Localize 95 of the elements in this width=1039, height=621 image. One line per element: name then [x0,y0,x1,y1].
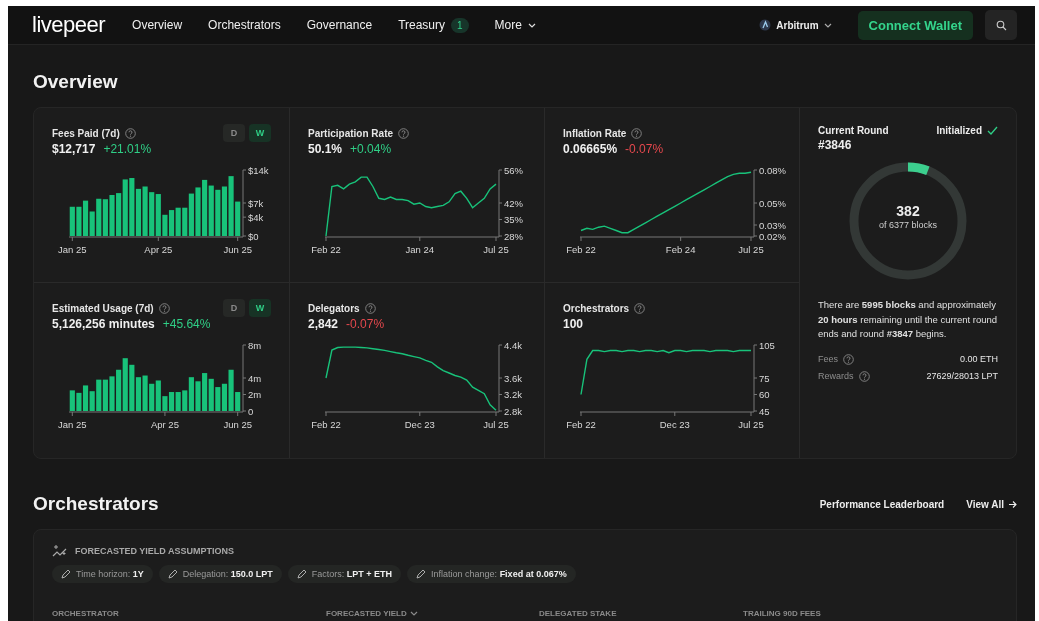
axis-label: $7k [248,197,264,209]
axis-label: 3.6k [504,372,522,384]
stat-change: +21.01% [103,142,152,156]
axis-label: 105 [759,339,775,351]
link[interactable]: View All [966,498,1017,510]
stat-value: 5,126,256 minutes [52,317,155,331]
stat-change: -0.07% [625,142,664,156]
axis-label: $14k [248,164,269,176]
axis-label: 75 [759,372,770,384]
period-toggle[interactable]: W [249,299,271,317]
axis-label: Jun 25 [223,419,252,430]
axis-label: 2.8k [504,405,522,417]
stat-label: Inflation Rate [563,127,627,139]
round-description: There are 5995 blocks and approximately 20 hours remaining until the current round ends and round #3847 begins. [818,298,998,341]
stat-value: 50.1% [308,142,343,156]
field-label: Rewards [818,371,854,381]
stat-label: Delegators [308,302,360,314]
period-toggle[interactable]: D [223,299,245,317]
connect-wallet-button[interactable]: Connect Wallet [857,10,973,40]
stat-label: Fees Paid (7d) [52,127,120,139]
axis-label: 0.08% [759,164,786,176]
count-badge: 1 [451,17,469,33]
axis-label: Jul 25 [483,419,509,430]
axis-label: Jul 25 [483,244,509,255]
axis-label: 4.4k [504,339,522,351]
stat-value: 2,842 [308,317,339,331]
network-selector[interactable]: Arbitrum [753,18,838,32]
stat-value: $12,717 [52,142,96,156]
axis-label: $4k [248,211,264,223]
axis-label: 0 [248,405,254,417]
axis-label: 56% [504,164,523,176]
axis-label: Dec 23 [659,419,690,430]
field-label: Fees [818,354,838,364]
axis-label: 4m [248,372,262,384]
assumption-chip[interactable]: Inflation change: Fixed at 0.067% [407,565,576,583]
axis-label: 35% [504,214,523,225]
logo[interactable]: livepeer [32,12,106,38]
axis-label: Feb 22 [566,244,596,255]
period-toggle[interactable]: W [249,124,271,142]
axis-label: 2m [248,389,262,400]
nav-item[interactable]: Overview [119,11,196,39]
axis-label: 0.02% [759,230,786,242]
axis-label: 60 [759,389,770,400]
stat-change: +45.64% [162,317,211,331]
round-label: Current Round [818,125,889,136]
stat-label: Participation Rate [308,127,394,139]
axis-label: 3.2k [504,389,522,400]
section-title: Orchestrators [33,493,159,515]
axis-label: 42% [504,197,523,209]
period-toggle[interactable]: D [223,124,245,142]
axis-label: Jan 25 [58,244,87,255]
axis-label: Apr 25 [150,419,179,430]
column-header: ORCHESTRATOR [52,609,120,618]
blocks-caption: of 6377 blocks [878,220,937,230]
assumption-chip[interactable]: Factors: LPT + ETH [287,565,402,583]
nav-item[interactable]: Treasury 1 [385,11,482,39]
axis-label: Feb 22 [311,244,341,255]
stat-label: Estimated Usage (7d) [52,302,154,314]
stat-value: 100 [563,317,584,331]
axis-label: 45 [759,405,770,417]
blocks-count: 382 [896,203,920,219]
axis-label: Jan 24 [405,244,435,255]
stat-label: Orchestrators [563,302,630,314]
axis-label: Jul 25 [738,244,764,255]
stat-change: -0.07% [346,317,385,331]
axis-label: Jun 25 [223,244,252,255]
nav-item[interactable]: Governance [293,11,386,39]
axis-label: Feb 24 [665,244,696,255]
status-label: Initialized [936,125,982,136]
section-title: Overview [33,71,119,93]
axis-label: Feb 22 [311,419,341,430]
axis-label: Jul 25 [738,419,764,430]
column-header: DELEGATED STAKE [539,609,618,618]
column-header: TRAILING 90D FEES [743,609,822,618]
stat-change: +0.04% [350,142,392,156]
nav-item[interactable]: Orchestrators [195,11,294,39]
axis-label: Apr 25 [144,244,173,255]
axis-label: $0 [248,230,259,242]
axis-label: Dec 23 [404,419,435,430]
round-number: #3846 [818,138,853,152]
card-title: FORECASTED YIELD ASSUMPTIONS [75,545,235,556]
axis-label: 0.03% [759,219,786,231]
link[interactable]: Performance Leaderboard [819,498,945,510]
axis-label: Feb 22 [566,419,596,430]
field-value: 0.00 ETH [959,354,998,364]
axis-label: 28% [504,230,523,242]
nav-item[interactable]: More [481,11,549,39]
field-value: 27629/28013 LPT [926,371,998,381]
axis-label: 0.05% [759,197,786,209]
column-header[interactable]: FORECASTED YIELD [326,609,418,618]
axis-label: Jan 25 [58,419,87,430]
assumption-chip[interactable]: Time horizon: 1Y [52,565,153,583]
stat-value: 0.06665% [563,142,618,156]
assumption-chip[interactable]: Delegation: 150.0 LPT [158,565,282,583]
axis-label: 8m [248,339,262,351]
